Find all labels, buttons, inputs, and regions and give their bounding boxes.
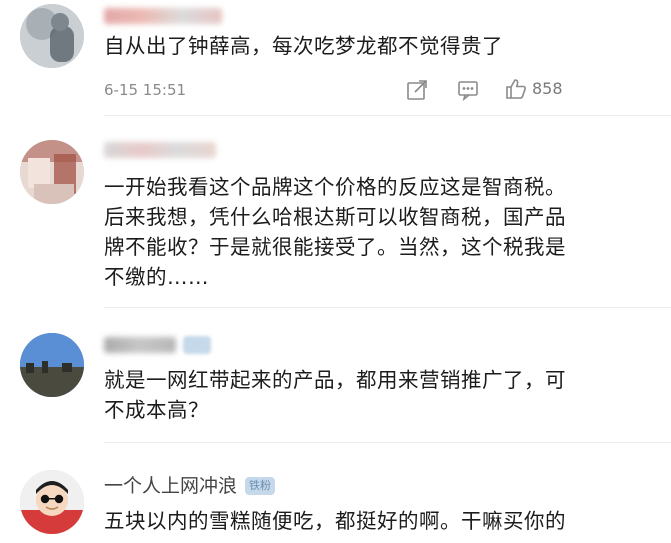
username[interactable]: 一个人上网冲浪 — [104, 474, 237, 498]
comment-text-line: 不成本高？ — [104, 398, 209, 422]
fan-badge — [183, 336, 211, 354]
like-count: 858 — [532, 79, 563, 98]
comment-divider — [104, 442, 671, 443]
comment-text-line: 后来我想，凭什么哈根达斯可以收智商税，国产品 — [104, 205, 566, 229]
username-blurred — [104, 142, 216, 158]
avatar[interactable] — [20, 470, 84, 534]
avatar[interactable] — [20, 4, 84, 68]
avatar[interactable] — [20, 333, 84, 397]
avatar[interactable] — [20, 140, 84, 204]
comment-text-line: 一开始我看这个品牌这个价格的反应这是智商税。 — [104, 175, 566, 199]
comment-text: 一开始我看这个品牌这个价格的反应这是智商税。 后来我想，凭什么哈根达斯可以收智商… — [104, 172, 664, 292]
comment-text-line: 自从出了钟薛高，每次吃梦龙都不觉得贵了 — [104, 34, 503, 58]
username-blurred — [104, 8, 222, 24]
comment-text-line: 五块以内的雪糕随便吃，都挺好的啊。干嘛买你的 — [104, 509, 566, 533]
comment-text-line: 不缴的…… — [104, 265, 209, 289]
reply-icon[interactable] — [456, 78, 480, 102]
comment-text: 五块以内的雪糕随便吃，都挺好的啊。干嘛买你的 — [104, 506, 664, 536]
like-icon[interactable] — [504, 77, 528, 101]
comment-text: 就是一网红带起来的产品，都用来营销推广了，可 不成本高？ — [104, 365, 664, 425]
username-blurred — [104, 337, 176, 353]
comment-text-line: 就是一网红带起来的产品，都用来营销推广了，可 — [104, 368, 566, 392]
comment-text-line: 牌不能收？于是就很能接受了。当然，这个税我是 — [104, 235, 566, 259]
comment-text: 自从出了钟薛高，每次吃梦龙都不觉得贵了 — [104, 31, 664, 61]
comment-divider — [104, 307, 671, 308]
comment-timestamp: 6-15 15:51 — [104, 81, 187, 99]
comment-divider — [104, 115, 671, 116]
share-icon[interactable] — [405, 78, 429, 102]
fan-badge: 铁粉 — [245, 477, 275, 495]
